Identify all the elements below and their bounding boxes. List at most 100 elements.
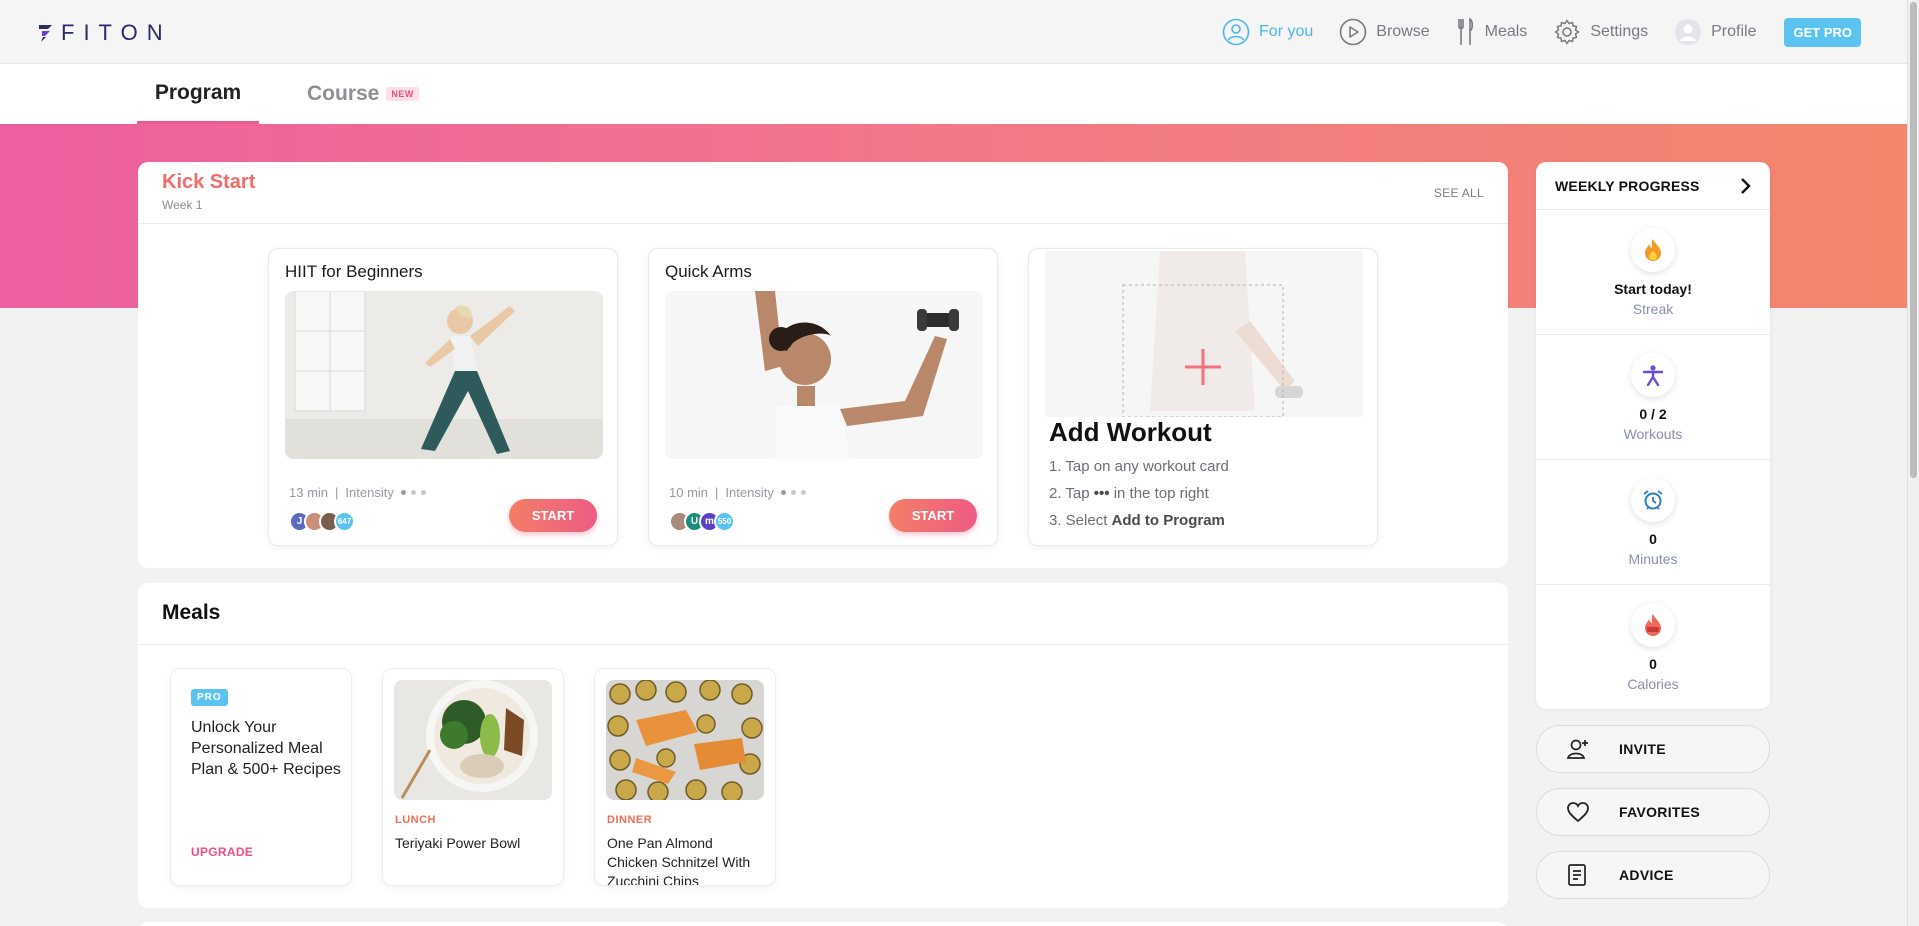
nav-settings-label: Settings xyxy=(1590,23,1649,40)
tab-program-label: Program xyxy=(154,80,242,104)
step-2-pre: 2. Tap xyxy=(1049,485,1090,502)
meal-name: One Pan Almond Chicken Schnitzel With Zu… xyxy=(607,835,751,886)
intensity-dot xyxy=(420,490,426,495)
top-navbar: FITON For you Browse Meals Settings Prof… xyxy=(0,0,1907,64)
add-user-icon xyxy=(1566,739,1588,759)
add-workout-steps: 1. Tap on any workout card 2. Tap ••• in… xyxy=(1049,453,1229,534)
unlock-text: Unlock Your Personalized Meal Plan & 500… xyxy=(191,719,341,778)
workout-meta: 13 min | Intensity xyxy=(289,485,426,500)
schnitzel-zucchini-photo xyxy=(606,680,764,800)
stat-label: Calories xyxy=(1627,676,1679,692)
invite-label: INVITE xyxy=(1619,741,1666,757)
see-all-link[interactable]: SEE ALL xyxy=(1434,186,1484,200)
nav-meals[interactable]: Meals xyxy=(1456,17,1528,47)
stat-value: 0 / 2 xyxy=(1639,406,1667,422)
stat-workouts: 0 / 2 Workouts xyxy=(1536,335,1770,460)
kick-start-header: Kick Start Week 1 SEE ALL xyxy=(138,162,1508,224)
gear-icon xyxy=(1555,19,1580,45)
step-3-pre: 3. Select xyxy=(1049,512,1108,529)
nav-profile-label: Profile xyxy=(1711,23,1757,40)
scrollbar[interactable] xyxy=(1907,0,1919,926)
upgrade-link[interactable]: UPGRADE xyxy=(191,845,253,859)
nav-for-you[interactable]: For you xyxy=(1222,18,1313,46)
meal-type: DINNER xyxy=(607,814,653,826)
heart-icon xyxy=(1567,802,1589,823)
document-icon xyxy=(1568,864,1586,886)
fork-knife-icon xyxy=(1457,17,1473,45)
program-tabbar: Program Course NEW xyxy=(0,64,1907,124)
add-workout-title: Add Workout xyxy=(1049,417,1212,447)
logo-wordmark: FITON xyxy=(61,20,172,45)
workout-figure-icon xyxy=(1631,353,1675,397)
nav-meals-label: Meals xyxy=(1484,23,1528,40)
nav-profile[interactable]: Profile xyxy=(1674,18,1756,46)
advice-label: ADVICE xyxy=(1619,867,1674,883)
intensity-dot xyxy=(800,490,806,495)
weekly-progress-header[interactable]: WEEKLY PROGRESS xyxy=(1536,162,1770,210)
intensity-label: Intensity xyxy=(725,485,774,500)
woman-lunge-photo xyxy=(285,291,603,459)
intensity-label: Intensity xyxy=(345,485,394,500)
stat-label: Workouts xyxy=(1623,426,1683,442)
participant-count: 550 xyxy=(714,511,735,532)
meta-divider: | xyxy=(335,485,339,500)
start-button[interactable]: START xyxy=(889,499,977,532)
workout-card-hiit[interactable]: HIIT for Beginners 13 min | Intensity J … xyxy=(268,248,618,546)
intensity-dot xyxy=(780,490,786,495)
workout-meta: 10 min | Intensity xyxy=(669,485,806,500)
new-badge: NEW xyxy=(386,87,419,101)
stat-label: Streak xyxy=(1632,301,1674,317)
meal-thumbnail xyxy=(394,680,552,800)
play-circle-icon xyxy=(1339,18,1367,46)
meal-card-lunch[interactable]: LUNCH Teriyaki Power Bowl xyxy=(382,668,564,886)
weekly-progress-panel: WEEKLY PROGRESS Start today! Streak 0 / … xyxy=(1536,162,1770,709)
plus-icon[interactable] xyxy=(1183,347,1223,387)
meals-title: Meals xyxy=(162,601,221,624)
stat-label: Minutes xyxy=(1628,551,1678,567)
meal-card-dinner[interactable]: DINNER One Pan Almond Chicken Schnitzel … xyxy=(594,668,776,886)
participant-avatars: U m 550 xyxy=(669,511,735,532)
kick-start-title: Kick Start xyxy=(162,171,256,193)
nav-settings[interactable]: Settings xyxy=(1553,18,1648,46)
tab-course[interactable]: Course NEW xyxy=(307,64,419,124)
stat-value: Start today! xyxy=(1614,281,1692,297)
power-bowl-photo xyxy=(394,680,552,800)
favorites-label: FAVORITES xyxy=(1619,804,1701,820)
next-section-panel xyxy=(138,922,1508,926)
get-pro-button[interactable]: GET PRO xyxy=(1784,17,1861,47)
scrollbar-thumb[interactable] xyxy=(1910,2,1917,478)
meta-divider: | xyxy=(715,485,719,500)
step-1: 1. Tap on any workout card xyxy=(1049,458,1229,475)
chevron-right-icon[interactable] xyxy=(1740,177,1752,195)
favorites-button[interactable]: FAVORITES xyxy=(1536,788,1770,836)
workout-title: Quick Arms xyxy=(665,262,752,281)
nav-browse-label: Browse xyxy=(1376,23,1430,40)
workout-thumbnail[interactable] xyxy=(285,291,603,459)
step-2: 2. Tap ••• in the top right xyxy=(1049,480,1229,507)
intensity-dot xyxy=(400,490,406,495)
meal-thumbnail xyxy=(606,680,764,800)
intensity-dot xyxy=(410,490,416,495)
step-2-post: in the top right xyxy=(1113,485,1209,502)
participant-count: 647 xyxy=(334,511,355,532)
add-workout-card[interactable]: Add Workout 1. Tap on any workout card 2… xyxy=(1028,248,1378,546)
stat-streak: Start today! Streak xyxy=(1536,210,1770,335)
weekly-progress-title: WEEKLY PROGRESS xyxy=(1555,178,1700,194)
nav-browse[interactable]: Browse xyxy=(1339,18,1430,46)
workout-card-quick-arms[interactable]: Quick Arms 10 min | Intensity U m 550 ST… xyxy=(648,248,998,546)
workout-thumbnail[interactable] xyxy=(665,291,983,459)
advice-button[interactable]: ADVICE xyxy=(1536,851,1770,899)
tab-program[interactable]: Program xyxy=(137,64,259,124)
start-button[interactable]: START xyxy=(509,499,597,532)
stat-value: 0 xyxy=(1649,656,1657,672)
nav-for-you-label: For you xyxy=(1259,23,1314,40)
workout-duration: 10 min xyxy=(669,485,709,500)
avatar-icon xyxy=(1675,19,1702,45)
meal-upgrade-card[interactable]: PRO Unlock Your Personalized Meal Plan &… xyxy=(170,668,352,886)
invite-button[interactable]: INVITE xyxy=(1536,725,1770,773)
add-workout-hint-image xyxy=(1045,251,1363,417)
kick-start-week: Week 1 xyxy=(162,198,203,212)
fiton-logo[interactable]: FITON xyxy=(38,20,172,46)
woman-dumbbell-photo xyxy=(665,291,983,459)
calorie-flame-icon xyxy=(1631,603,1675,647)
